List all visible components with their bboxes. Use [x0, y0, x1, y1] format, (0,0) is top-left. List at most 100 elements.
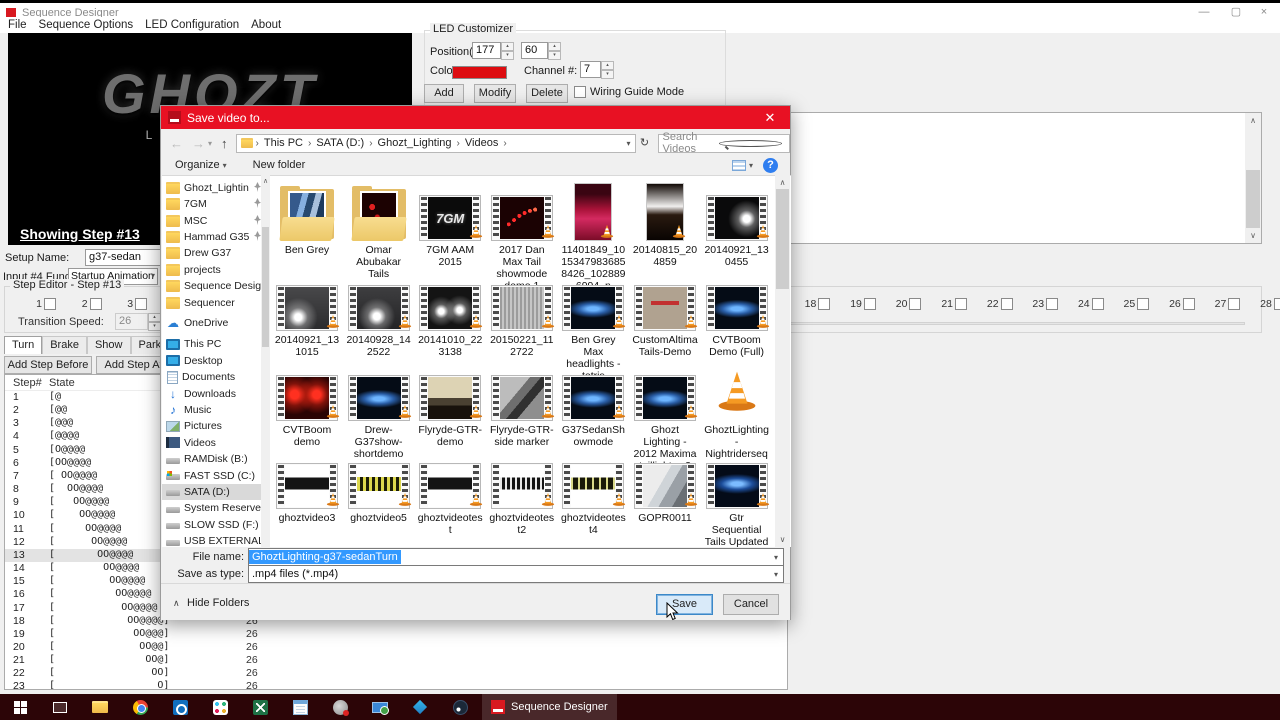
- modify-button[interactable]: Modify: [474, 84, 516, 103]
- sidebar-item-fast-ssd-c[interactable]: FAST SSD (C:): [162, 468, 262, 484]
- sidebar-item-sequence-desig[interactable]: Sequence Desig: [162, 278, 262, 294]
- list-item-ben-grey[interactable]: Ben Grey: [274, 179, 340, 256]
- sidebar-item-7gm[interactable]: 7GM: [162, 196, 262, 212]
- list-item-7gm-aam-2015[interactable]: 7GM 7GM AAM 2015: [417, 179, 483, 268]
- forward-icon[interactable]: →: [192, 136, 205, 151]
- taskbar-icon-excel[interactable]: [240, 694, 280, 720]
- transition-speed-input[interactable]: 26: [115, 313, 148, 330]
- list-item-cvtboom-demo[interactable]: CVTBoom demo: [274, 359, 340, 448]
- list-item-drew-g37show-shortdemo[interactable]: Drew-G37show-shortdemo: [346, 359, 412, 460]
- breadcrumb-ghozt-lighting[interactable]: Ghozt_Lighting: [376, 137, 454, 149]
- list-item-gtr-sequential-tails-updated[interactable]: Gtr Sequential Tails Updated: [704, 447, 770, 547]
- position-y-input[interactable]: 60: [521, 42, 548, 59]
- refresh-icon[interactable]: ↻: [636, 134, 654, 153]
- led-checkbox-25[interactable]: [1137, 298, 1150, 310]
- up-icon[interactable]: ↑: [221, 136, 228, 151]
- add-step-before-button[interactable]: Add Step Before: [4, 356, 92, 374]
- led-checkbox-19[interactable]: [863, 298, 876, 310]
- menu-item-led-configuration[interactable]: LED Configuration: [139, 19, 245, 31]
- menu-item-file[interactable]: File: [2, 19, 33, 31]
- grid-scrollbar[interactable]: ∧ ∨: [775, 175, 790, 547]
- taskbar-icon-remote-desktop[interactable]: [360, 694, 400, 720]
- help-icon[interactable]: ?: [763, 157, 778, 173]
- list-item-customaltimatails-demo[interactable]: CustomAltimaTails-Demo: [632, 269, 698, 358]
- scroll-down-icon[interactable]: ∨: [1245, 229, 1261, 242]
- sidebar-item-onedrive[interactable]: ☁ OneDrive: [162, 316, 262, 332]
- dialog-close-icon[interactable]: ✕: [750, 110, 790, 126]
- position-x-input[interactable]: 177: [472, 42, 501, 59]
- list-item-ghoztvideo5[interactable]: ghoztvideo5: [346, 447, 412, 524]
- taskbar-icon-notepad[interactable]: [280, 694, 320, 720]
- led-checkbox-20[interactable]: [909, 298, 922, 310]
- save-button[interactable]: Save: [656, 594, 713, 615]
- list-item-ghoztvideotest4[interactable]: ghoztvideotest4: [560, 447, 626, 536]
- list-item-cvtboom-demo-full[interactable]: CVTBoom Demo (Full): [704, 269, 770, 358]
- sidebar-item-slow-ssd-f[interactable]: SLOW SSD (F:): [162, 517, 262, 533]
- list-item-flyryde-gtr-side-marker[interactable]: Flyryde-GTR-side marker: [489, 359, 555, 448]
- led-checkbox-21[interactable]: [955, 298, 967, 310]
- list-item-20140928-142522[interactable]: 20140928_142522: [346, 269, 412, 358]
- list-item-partial[interactable]: [274, 533, 340, 547]
- tree-scrollbar[interactable]: ∧: [261, 175, 270, 547]
- sidebar-item-music[interactable]: ♪ Music: [162, 402, 262, 418]
- sidebar-item-sequencer[interactable]: Sequencer: [162, 295, 262, 311]
- save-type-select[interactable]: .mp4 files (*.mp4) ▾: [248, 565, 784, 583]
- add-button[interactable]: Add: [424, 84, 464, 103]
- led-checkbox-28[interactable]: [1273, 298, 1280, 310]
- breadcrumb-videos[interactable]: Videos: [463, 137, 500, 149]
- taskbar-icon-audio[interactable]: [320, 694, 360, 720]
- menu-item-about[interactable]: About: [245, 19, 287, 31]
- delete-button[interactable]: Delete: [526, 84, 568, 103]
- sidebar-item-ramdisk-b[interactable]: RAMDisk (B:): [162, 451, 262, 467]
- led-checkbox-26[interactable]: [1182, 298, 1195, 310]
- view-mode-icon[interactable]: [731, 159, 746, 171]
- breadcrumb-sata-d[interactable]: SATA (D:): [314, 137, 366, 149]
- scroll-up-icon[interactable]: ∧: [1245, 114, 1261, 127]
- list-item-20141010-223138[interactable]: 20141010_223138: [417, 269, 483, 358]
- list-item-omar-abubakar-tails[interactable]: Omar Abubakar Tails: [346, 179, 412, 280]
- list-item-20140921-130455[interactable]: 20140921_130455: [704, 179, 770, 268]
- scroll-thumb[interactable]: [1246, 170, 1260, 228]
- menu-item-sequence-options[interactable]: Sequence Options: [33, 19, 140, 31]
- led-checkbox-24[interactable]: [1091, 298, 1104, 310]
- taskbar-app-button[interactable]: Sequence Designer: [482, 694, 617, 720]
- sidebar-item-usb-external[interactable]: USB EXTERNAL (: [162, 533, 262, 547]
- sidebar-item-this-pc[interactable]: This PC: [162, 337, 262, 353]
- list-item-ghoztvideotest2[interactable]: ghoztvideotest2: [489, 447, 555, 536]
- sidebar-item-ghozt-lightin[interactable]: Ghozt_Lightin: [162, 180, 262, 196]
- hide-folders-button[interactable]: Hide Folders: [187, 597, 249, 609]
- search-input[interactable]: Search Videos: [657, 131, 790, 155]
- position-y-stepper[interactable]: ▴ ▾: [548, 42, 561, 60]
- led-checkbox-22[interactable]: [1000, 298, 1013, 310]
- table-row-step-23[interactable]: 23 [ O] 26: [5, 680, 787, 689]
- history-chevron-icon[interactable]: ▾: [208, 139, 212, 148]
- table-row-step-22[interactable]: 22 [ OO] 26: [5, 667, 787, 680]
- file-name-input[interactable]: GhoztLighting-g37-sedanTurn ▾: [248, 548, 784, 566]
- sidebar-item-downloads[interactable]: ↓ Downloads: [162, 386, 262, 402]
- position-x-stepper[interactable]: ▴ ▾: [501, 42, 514, 60]
- list-item-gopr0011[interactable]: GOPR0011: [632, 447, 698, 524]
- new-folder-button[interactable]: New folder: [253, 159, 306, 171]
- taskbar-icon-start[interactable]: [0, 694, 40, 720]
- led-checkbox-18[interactable]: [818, 298, 831, 310]
- sidebar-item-videos[interactable]: Videos: [162, 435, 262, 451]
- taskbar-icon-steam[interactable]: [440, 694, 480, 720]
- breadcrumb-this-pc[interactable]: This PC: [262, 137, 305, 149]
- organize-button[interactable]: Organize: [175, 159, 220, 171]
- sidebar-item-system-reserved[interactable]: System Reserved: [162, 501, 262, 517]
- list-item-20140921-131015[interactable]: 20140921_131015: [274, 269, 340, 358]
- list-item-20140815-204859[interactable]: 20140815_204859: [632, 179, 698, 268]
- led-checkbox-27[interactable]: [1228, 298, 1241, 310]
- tab-brake[interactable]: Brake: [42, 336, 87, 354]
- tab-turn[interactable]: Turn: [4, 336, 43, 354]
- channel-input[interactable]: 7: [580, 61, 601, 78]
- sidebar-item-hammad-g35[interactable]: Hammad G35: [162, 229, 262, 245]
- list-item-ghoztvideotest[interactable]: ghoztvideotest: [417, 447, 483, 536]
- sidebar-item-documents[interactable]: Documents: [162, 369, 262, 385]
- table-row-step-21[interactable]: 21 [ OO@] 26: [5, 654, 787, 667]
- list-item-flyryde-gtr-demo[interactable]: Flyryde-GTR-demo: [417, 359, 483, 448]
- color-swatch[interactable]: [452, 66, 507, 79]
- breadcrumb-chevron-icon[interactable]: ▾: [627, 139, 635, 148]
- list-item-20150221-112722[interactable]: 20150221_112722: [489, 269, 555, 358]
- chevron-down-icon[interactable]: ▾: [749, 161, 753, 170]
